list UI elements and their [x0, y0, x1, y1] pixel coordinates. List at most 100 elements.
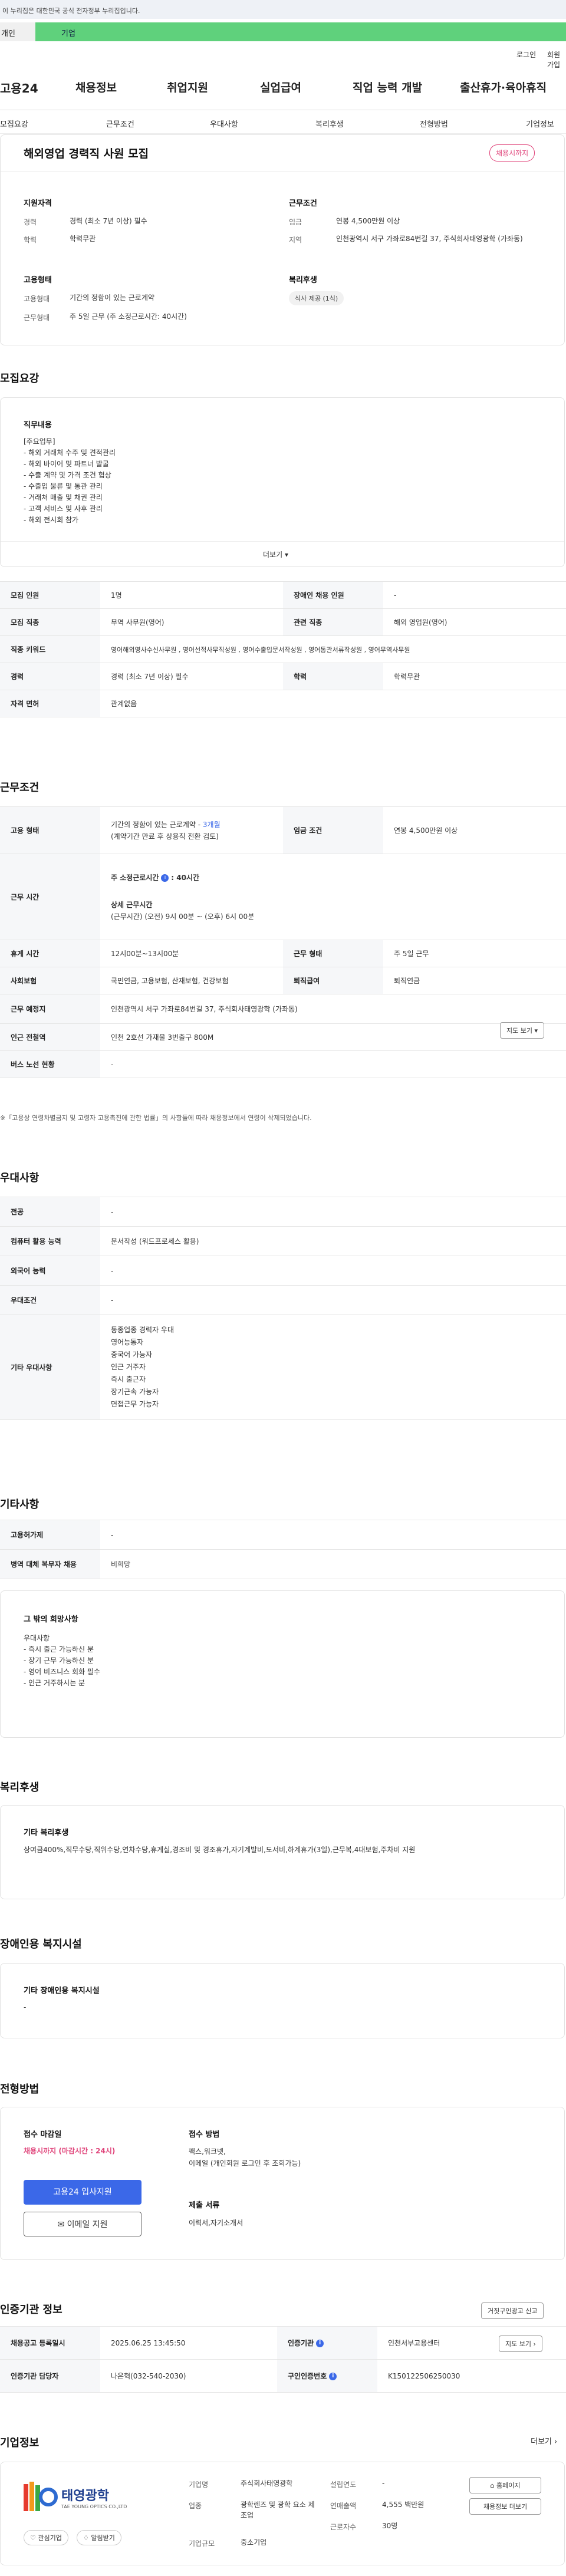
- etc-box-list: 우대사항 - 즉시 출근 가능하신 분- 장기 근무 가능하신 분- 영어 비즈니…: [24, 1634, 100, 1687]
- jobinfo-table: 채용공고 등록일시 2025.06.25 13:45:50 인증기관 i 인천서부고용센…: [0, 2326, 566, 2393]
- table-row: 고용 형태 기간의 정함이 있는 근로계약 - 3개월 (계약기간 만료 후 상용…: [0, 806, 566, 854]
- gnb-jobs[interactable]: 채용정보: [75, 79, 117, 95]
- company-revenue: 4,555 백만원: [382, 2501, 424, 2509]
- subscribe-button[interactable]: ♢ 알림받기: [77, 2530, 121, 2545]
- table-row: 기타 우대사항 동종업종 경력자 우대 영어능통자 중국어 가능자 인근 거주자 즉시 …: [0, 1315, 566, 1420]
- disabled-card: [0, 1963, 565, 2038]
- table-row: 인근 전철역 인천 2호선 가재울 3번출구 800M: [0, 1023, 566, 1051]
- duty-title: 직무내용: [24, 421, 52, 430]
- method-value: 팩스,워크넷, 이메일 (개인회원 로그인 후 조회가능): [189, 2147, 301, 2167]
- career-value: 경력 (최소 7년 이상) 필수: [70, 217, 147, 225]
- table-row: 자격 면허 관계없음: [0, 690, 566, 717]
- emp-value: 기간의 정함이 있는 근로계약: [70, 294, 154, 302]
- company-founded: -: [382, 2479, 385, 2488]
- table-row: 휴게 시간 12시00분~13시00분 근무 형태 주 5일 근무: [0, 940, 566, 967]
- age-note: ※「고용상 연령차별금지 및 고령자 고용촉진에 관한 법률」의 사항들에 따라…: [0, 1114, 312, 1122]
- etc-table: 고용허가제 - 병역 대체 복무자 채용 비희망: [0, 1520, 566, 1579]
- table-row: 컴퓨터 활용 능력 문서작성 (워드프로세스 활용): [0, 1226, 566, 1256]
- tab-personal[interactable]: 개인: [0, 22, 35, 41]
- home-icon: ⌂: [490, 2482, 495, 2489]
- section-company-heading: 기업정보: [0, 2437, 40, 2449]
- email-apply-button[interactable]: ✉ 이메일 지원: [24, 2212, 142, 2236]
- welfare-box-title: 기타 복리후생: [24, 1829, 69, 1837]
- homepage-button[interactable]: ⌂ 홈페이지: [469, 2477, 541, 2493]
- gnb-vocational-training[interactable]: 직업 능력 개발: [353, 79, 422, 95]
- section-disabled-heading: 장애인용 복지시설: [0, 1938, 82, 1951]
- company-employees: 30명: [382, 2522, 398, 2530]
- table-row: 인증기관 담당자 나은혁(032-540-2030) 구인인증번호 i K1501225…: [0, 2359, 566, 2393]
- work-table: 고용 형태 기간의 정함이 있는 근로계약 - 3개월 (계약기간 만료 후 상용…: [0, 806, 566, 1078]
- table-row: 모집 인원 1명 장애인 채용 인원 -: [0, 581, 566, 609]
- login-link[interactable]: 로그인: [516, 50, 536, 60]
- site-logo[interactable]: 고용24: [0, 79, 38, 96]
- location-value: 인천광역시 서구 가좌로84번길 37, 주식회사태영광학 (가좌동): [336, 235, 523, 243]
- company-logo: 태영광학 TAE YOUNG OPTICS CO.,LTD: [24, 2481, 130, 2516]
- info-icon[interactable]: i: [316, 2340, 324, 2347]
- deadline-value: 채용시까지 (마감시간 : 24시): [24, 2147, 116, 2155]
- anchor-prefer[interactable]: 우대사항: [210, 118, 238, 129]
- gnb-unemployment-benefit[interactable]: 실업급여: [260, 79, 301, 95]
- company-size: 중소기업: [241, 2538, 267, 2547]
- org-map-button[interactable]: 지도 보기 ›: [499, 2335, 542, 2352]
- company-more-link[interactable]: 더보기 ›: [531, 2437, 557, 2447]
- interest-button[interactable]: ♡ 관심기업: [24, 2530, 68, 2545]
- section-jobinfo-heading: 인증기관 정보: [0, 2304, 62, 2316]
- table-row: 고용허가제 -: [0, 1520, 566, 1550]
- section-process-heading: 전형방법: [0, 2083, 40, 2096]
- table-row: 사회보험 국민연금, 고용보험, 산재보험, 건강보험 퇴직급여 퇴직연금: [0, 967, 566, 994]
- welfare-title: 복리후생: [289, 276, 317, 285]
- table-row: 외국어 능력 -: [0, 1256, 566, 1286]
- info-icon[interactable]: i: [161, 874, 169, 882]
- anchor-company[interactable]: 기업정보: [526, 118, 554, 129]
- table-row: 우대조건 -: [0, 1285, 566, 1315]
- disabled-title: 기타 장애인용 복지시설: [24, 1987, 100, 1995]
- tab-company[interactable]: 기업: [35, 22, 566, 41]
- report-button[interactable]: 거짓구인광고 신고: [481, 2302, 544, 2319]
- deadline-title: 접수 마감일: [24, 2130, 62, 2139]
- anchor-recruit[interactable]: 모집요강: [0, 118, 28, 129]
- user-type-tabs: 개인 기업: [0, 22, 566, 41]
- anchor-process[interactable]: 전형방법: [420, 118, 448, 129]
- section-recruit-heading: 모집요강: [0, 373, 40, 385]
- apply-button[interactable]: 고용24 입사지원: [24, 2180, 142, 2205]
- company-name: 주식회사태영광학: [241, 2479, 293, 2488]
- section-work-heading: 근무조건: [0, 782, 40, 794]
- anchor-work[interactable]: 근무조건: [106, 118, 134, 129]
- signup-link[interactable]: 회원가입: [547, 50, 566, 70]
- edu-value: 학력무관: [70, 235, 96, 243]
- duty-list: [주요업무] - 해외 거래처 수주 및 견적관리 - 해외 바이어 및 파트너 발…: [24, 437, 116, 524]
- chevron-right-icon: ›: [533, 2340, 536, 2348]
- emp-title: 고용형태: [24, 276, 52, 285]
- etc-box-title: 그 밖의 희망사항: [24, 1615, 78, 1624]
- chevron-down-icon: ▾: [284, 551, 288, 559]
- company-industry: 광학렌즈 및 광학 요소 제조업: [241, 2501, 315, 2519]
- table-row: 채용공고 등록일시 2025.06.25 13:45:50 인증기관 i 인천서부고용센…: [0, 2326, 566, 2360]
- heart-icon: ♡: [30, 2534, 36, 2542]
- docs-value: 이력서,자기소개서: [189, 2219, 243, 2227]
- deadline-badge: 채용시까지: [489, 144, 535, 162]
- table-row: 버스 노선 현황 -: [0, 1050, 566, 1078]
- welfare-text: 상여금400%,직무수당,직위수당,연차수당,휴게실,경조비 및 경조휴가,자기…: [24, 1846, 416, 1854]
- wage-value: 연봉 4,500만원 이상: [336, 217, 400, 225]
- table-row: 근무 예정지 인천광역시 서구 가좌로84번길 37, 주식회사태영광학 (가좌동…: [0, 994, 566, 1024]
- section-welfare-heading: 복리후생: [0, 1781, 40, 1794]
- table-row: 직종 키워드 영어해외영사수신사무원 , 영어선적사무직성원 , 영어수출입문서작…: [0, 635, 566, 663]
- gnb-employment-support[interactable]: 취업지원: [167, 79, 208, 95]
- table-row: 모집 직종 무역 사무원(영어) 관련 직종 해외 영업원(영어): [0, 608, 566, 636]
- gnb-parental-leave[interactable]: 출산휴가·육아휴직: [460, 79, 547, 95]
- section-prefer-heading: 우대사항: [0, 1172, 40, 1184]
- table-row: 경력 경력 (최소 7년 이상) 필수 학력 학력무관: [0, 663, 566, 690]
- info-icon[interactable]: i: [329, 2373, 337, 2380]
- more-button[interactable]: 더보기 ▾: [263, 549, 288, 560]
- bell-icon: ♢: [83, 2534, 89, 2542]
- company-logo-mark: [24, 2482, 58, 2511]
- map-button[interactable]: 지도 보기 ▾: [500, 1022, 545, 1039]
- docs-title: 제출 서류: [189, 2201, 220, 2210]
- anchor-welfare[interactable]: 복리후생: [315, 118, 344, 129]
- section-etc-heading: 기타사항: [0, 1498, 40, 1511]
- chevron-down-icon: ▾: [534, 1027, 538, 1035]
- company-jobs-button[interactable]: 채용정보 더보기: [469, 2498, 541, 2515]
- disabled-value: -: [24, 2003, 27, 2011]
- method-title: 접수 방법: [189, 2130, 220, 2139]
- hours-value: 주 5일 근무 (주 소정근로시간: 40시간): [70, 312, 187, 321]
